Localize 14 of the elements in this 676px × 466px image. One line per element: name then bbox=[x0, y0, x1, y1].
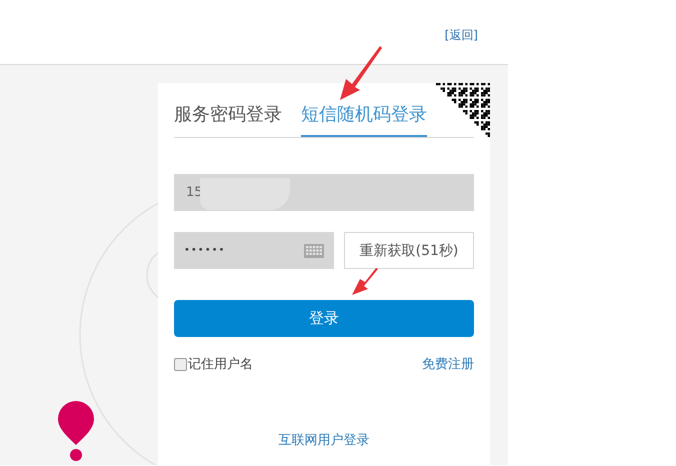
login-tab[interactable]: 短信随机码登录 bbox=[301, 101, 427, 137]
qr-code-icon bbox=[436, 83, 490, 137]
arrow-drawing bbox=[338, 44, 382, 102]
resend-button[interactable]: 重新获取(51秒) bbox=[344, 232, 474, 269]
register-link[interactable]: 免费注册 bbox=[422, 355, 474, 373]
remember-checkbox[interactable]: 记住用户名 bbox=[174, 355, 253, 373]
code-field[interactable]: •••••• bbox=[174, 232, 334, 269]
internet-login-link[interactable]: 互联网用户登录 bbox=[278, 431, 370, 449]
login-button[interactable]: 登录 bbox=[174, 300, 474, 337]
arrow-drawing bbox=[350, 268, 378, 296]
back-link[interactable]: [返回] bbox=[444, 27, 478, 44]
login-tab[interactable]: 服务密码登录 bbox=[174, 101, 282, 137]
map-pin-icon bbox=[58, 401, 94, 461]
keyboard-icon[interactable] bbox=[304, 244, 324, 258]
